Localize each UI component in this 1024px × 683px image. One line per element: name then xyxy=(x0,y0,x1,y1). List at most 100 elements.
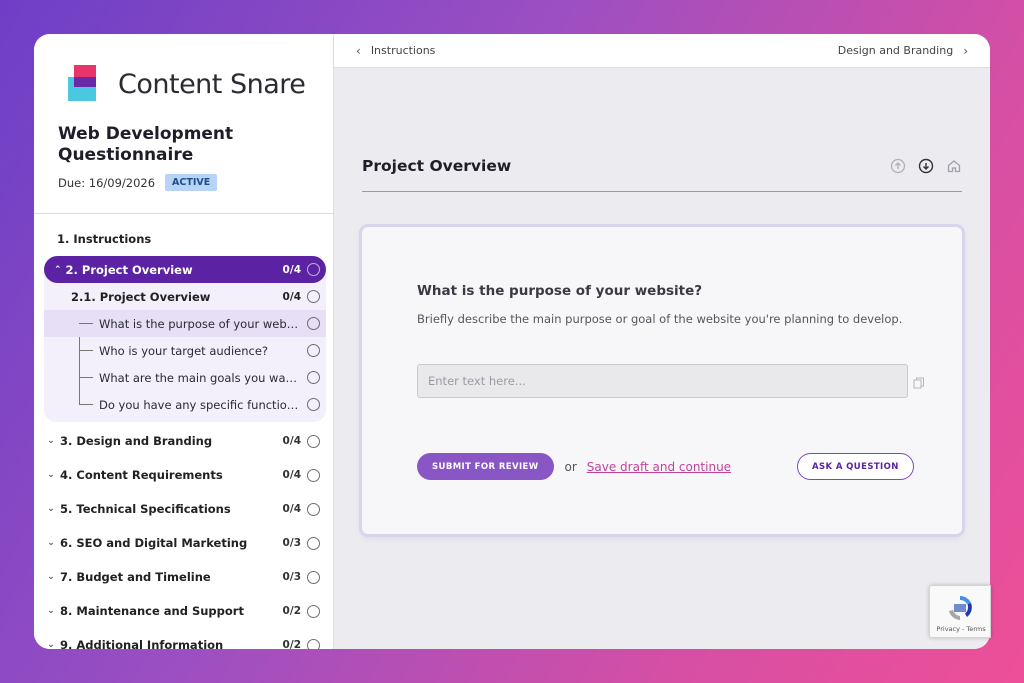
sidebar-item-additional-information[interactable]: ⌄ 9. Additional Information 0/2 xyxy=(44,628,326,649)
chevron-down-icon: ⌄ xyxy=(47,572,55,582)
question-item[interactable]: Do you have any specific functionality i… xyxy=(44,391,326,418)
sidebar-item-label: 7. Budget and Timeline xyxy=(60,570,211,584)
status-circle-icon xyxy=(307,317,320,330)
chevron-right-icon: › xyxy=(963,43,968,58)
progress-count: 0/4 xyxy=(282,503,301,515)
project-title: Web Development Questionnaire xyxy=(58,124,234,165)
save-draft-link[interactable]: Save draft and continue xyxy=(587,460,731,474)
sidebar-item-maintenance-support[interactable]: ⌄ 8. Maintenance and Support 0/2 xyxy=(44,594,326,628)
arrow-up-circle-icon[interactable] xyxy=(890,158,906,174)
sidebar-item-label: 2. Project Overview xyxy=(65,262,193,277)
sidebar-item-label: 2.1. Project Overview xyxy=(71,289,211,304)
answer-input[interactable] xyxy=(417,364,908,398)
progress-count: 0/4 xyxy=(282,290,301,303)
sidebar-item-label: 1. Instructions xyxy=(57,232,152,246)
tree-branch xyxy=(79,323,93,324)
recaptcha-links: Privacy - Terms xyxy=(936,625,986,633)
home-icon[interactable] xyxy=(946,158,962,174)
prev-section-link[interactable]: ‹ Instructions xyxy=(356,44,435,58)
sidebar-item-content-requirements[interactable]: ⌄ 4. Content Requirements 0/4 xyxy=(44,458,326,492)
chevron-down-icon: ⌄ xyxy=(47,504,55,514)
status-circle-icon xyxy=(307,344,320,357)
section-title: Project Overview xyxy=(362,157,512,175)
content-snare-logo-icon xyxy=(68,65,104,103)
question-title: What is the purpose of your website? xyxy=(417,283,703,299)
copy-icon[interactable] xyxy=(913,374,925,393)
question-description: Briefly describe the main purpose or goa… xyxy=(417,312,903,326)
chevron-up-icon: ⌃ xyxy=(54,264,62,275)
sidebar-item-design-branding[interactable]: ⌄ 3. Design and Branding 0/4 xyxy=(44,424,326,458)
progress-count: 0/3 xyxy=(282,571,301,583)
status-circle-icon xyxy=(307,638,320,649)
sidebar-divider xyxy=(34,213,333,214)
sidebar-item-budget-timeline[interactable]: ⌄ 7. Budget and Timeline 0/3 xyxy=(44,560,326,594)
progress-count: 0/3 xyxy=(282,537,301,549)
question-actions: SUBMIT FOR REVIEW or Save draft and cont… xyxy=(417,453,731,480)
prev-section-label: Instructions xyxy=(370,44,436,57)
sidebar-item-project-overview[interactable]: ⌃ 2. Project Overview 0/4 xyxy=(44,256,326,283)
section-icons xyxy=(890,158,962,174)
question-label: What is the purpose of your website? xyxy=(99,316,307,331)
chevron-down-icon: ⌄ xyxy=(47,640,55,649)
next-section-label: Design and Branding xyxy=(837,44,954,57)
recaptcha-badge[interactable]: Privacy - Terms xyxy=(929,585,991,638)
chevron-down-icon: ⌄ xyxy=(47,470,55,480)
arrow-down-circle-icon[interactable] xyxy=(918,158,934,174)
sidebar-item-label: 4. Content Requirements xyxy=(60,468,223,482)
submit-for-review-button[interactable]: SUBMIT FOR REVIEW xyxy=(417,453,554,480)
status-circle-icon xyxy=(307,468,320,482)
status-circle-icon xyxy=(307,371,320,384)
section-nav: 1. Instructions ⌃ 2. Project Overview 0/… xyxy=(44,222,326,649)
chevron-down-icon: ⌄ xyxy=(47,606,55,616)
sidebar-item-instructions[interactable]: 1. Instructions xyxy=(44,222,326,256)
active-section-group: ⌃ 2. Project Overview 0/4 2.1. Project O… xyxy=(44,256,326,422)
tree-branch xyxy=(79,377,93,378)
progress-count: 0/2 xyxy=(282,605,301,617)
chevron-down-icon: ⌄ xyxy=(47,538,55,548)
or-text: or xyxy=(564,459,577,474)
question-card: What is the purpose of your website? Bri… xyxy=(362,227,962,534)
section-navbar: ‹ Instructions Design and Branding › xyxy=(334,34,990,68)
progress-count: 0/4 xyxy=(282,435,301,447)
status-circle-icon xyxy=(307,290,320,303)
question-item[interactable]: Who is your target audience? xyxy=(44,337,326,364)
main-panel: ‹ Instructions Design and Branding › Pro… xyxy=(334,34,990,649)
status-circle-icon xyxy=(307,398,320,411)
sidebar-item-label: 6. SEO and Digital Marketing xyxy=(60,536,248,550)
due-date: Due: 16/09/2026 xyxy=(58,175,156,190)
tree-branch xyxy=(79,350,93,351)
status-circle-icon xyxy=(307,263,320,276)
status-circle-icon xyxy=(307,502,320,516)
tree-branch xyxy=(79,404,93,405)
chevron-left-icon: ‹ xyxy=(356,43,361,58)
progress-count: 0/4 xyxy=(282,263,301,276)
recaptcha-icon xyxy=(945,593,975,623)
section-divider xyxy=(362,191,962,192)
due-row: Due: 16/09/2026 ACTIVE xyxy=(58,174,218,191)
app-window: Content Snare Web Development Questionna… xyxy=(34,34,990,649)
status-badge: ACTIVE xyxy=(165,174,218,191)
sidebar-item-label: 5. Technical Specifications xyxy=(60,502,231,516)
sidebar-item-seo-marketing[interactable]: ⌄ 6. SEO and Digital Marketing 0/3 xyxy=(44,526,326,560)
sidebar-item-label: 9. Additional Information xyxy=(60,638,224,649)
status-circle-icon xyxy=(307,570,320,584)
sidebar-item-technical-specifications[interactable]: ⌄ 5. Technical Specifications 0/4 xyxy=(44,492,326,526)
brand-name: Content Snare xyxy=(118,68,306,100)
next-section-link[interactable]: Design and Branding › xyxy=(838,44,968,58)
question-label: Do you have any specific functionality i… xyxy=(99,397,307,412)
question-item[interactable]: What is the purpose of your website? xyxy=(44,310,326,337)
question-label: Who is your target audience? xyxy=(99,343,269,358)
status-circle-icon xyxy=(307,434,320,448)
progress-count: 0/2 xyxy=(282,639,301,649)
status-circle-icon xyxy=(307,604,320,618)
sidebar: Content Snare Web Development Questionna… xyxy=(34,34,334,649)
brand-logo: Content Snare xyxy=(68,65,306,103)
question-label: What are the main goals you want to achi… xyxy=(99,370,307,385)
status-circle-icon xyxy=(307,536,320,550)
chevron-down-icon: ⌄ xyxy=(47,436,55,446)
ask-question-button[interactable]: ASK A QUESTION xyxy=(797,453,914,480)
question-item[interactable]: What are the main goals you want to achi… xyxy=(44,364,326,391)
question-list: What is the purpose of your website? Who… xyxy=(44,310,326,418)
sidebar-item-label: 8. Maintenance and Support xyxy=(60,604,244,618)
sidebar-subsection-project-overview[interactable]: 2.1. Project Overview 0/4 xyxy=(44,283,326,310)
